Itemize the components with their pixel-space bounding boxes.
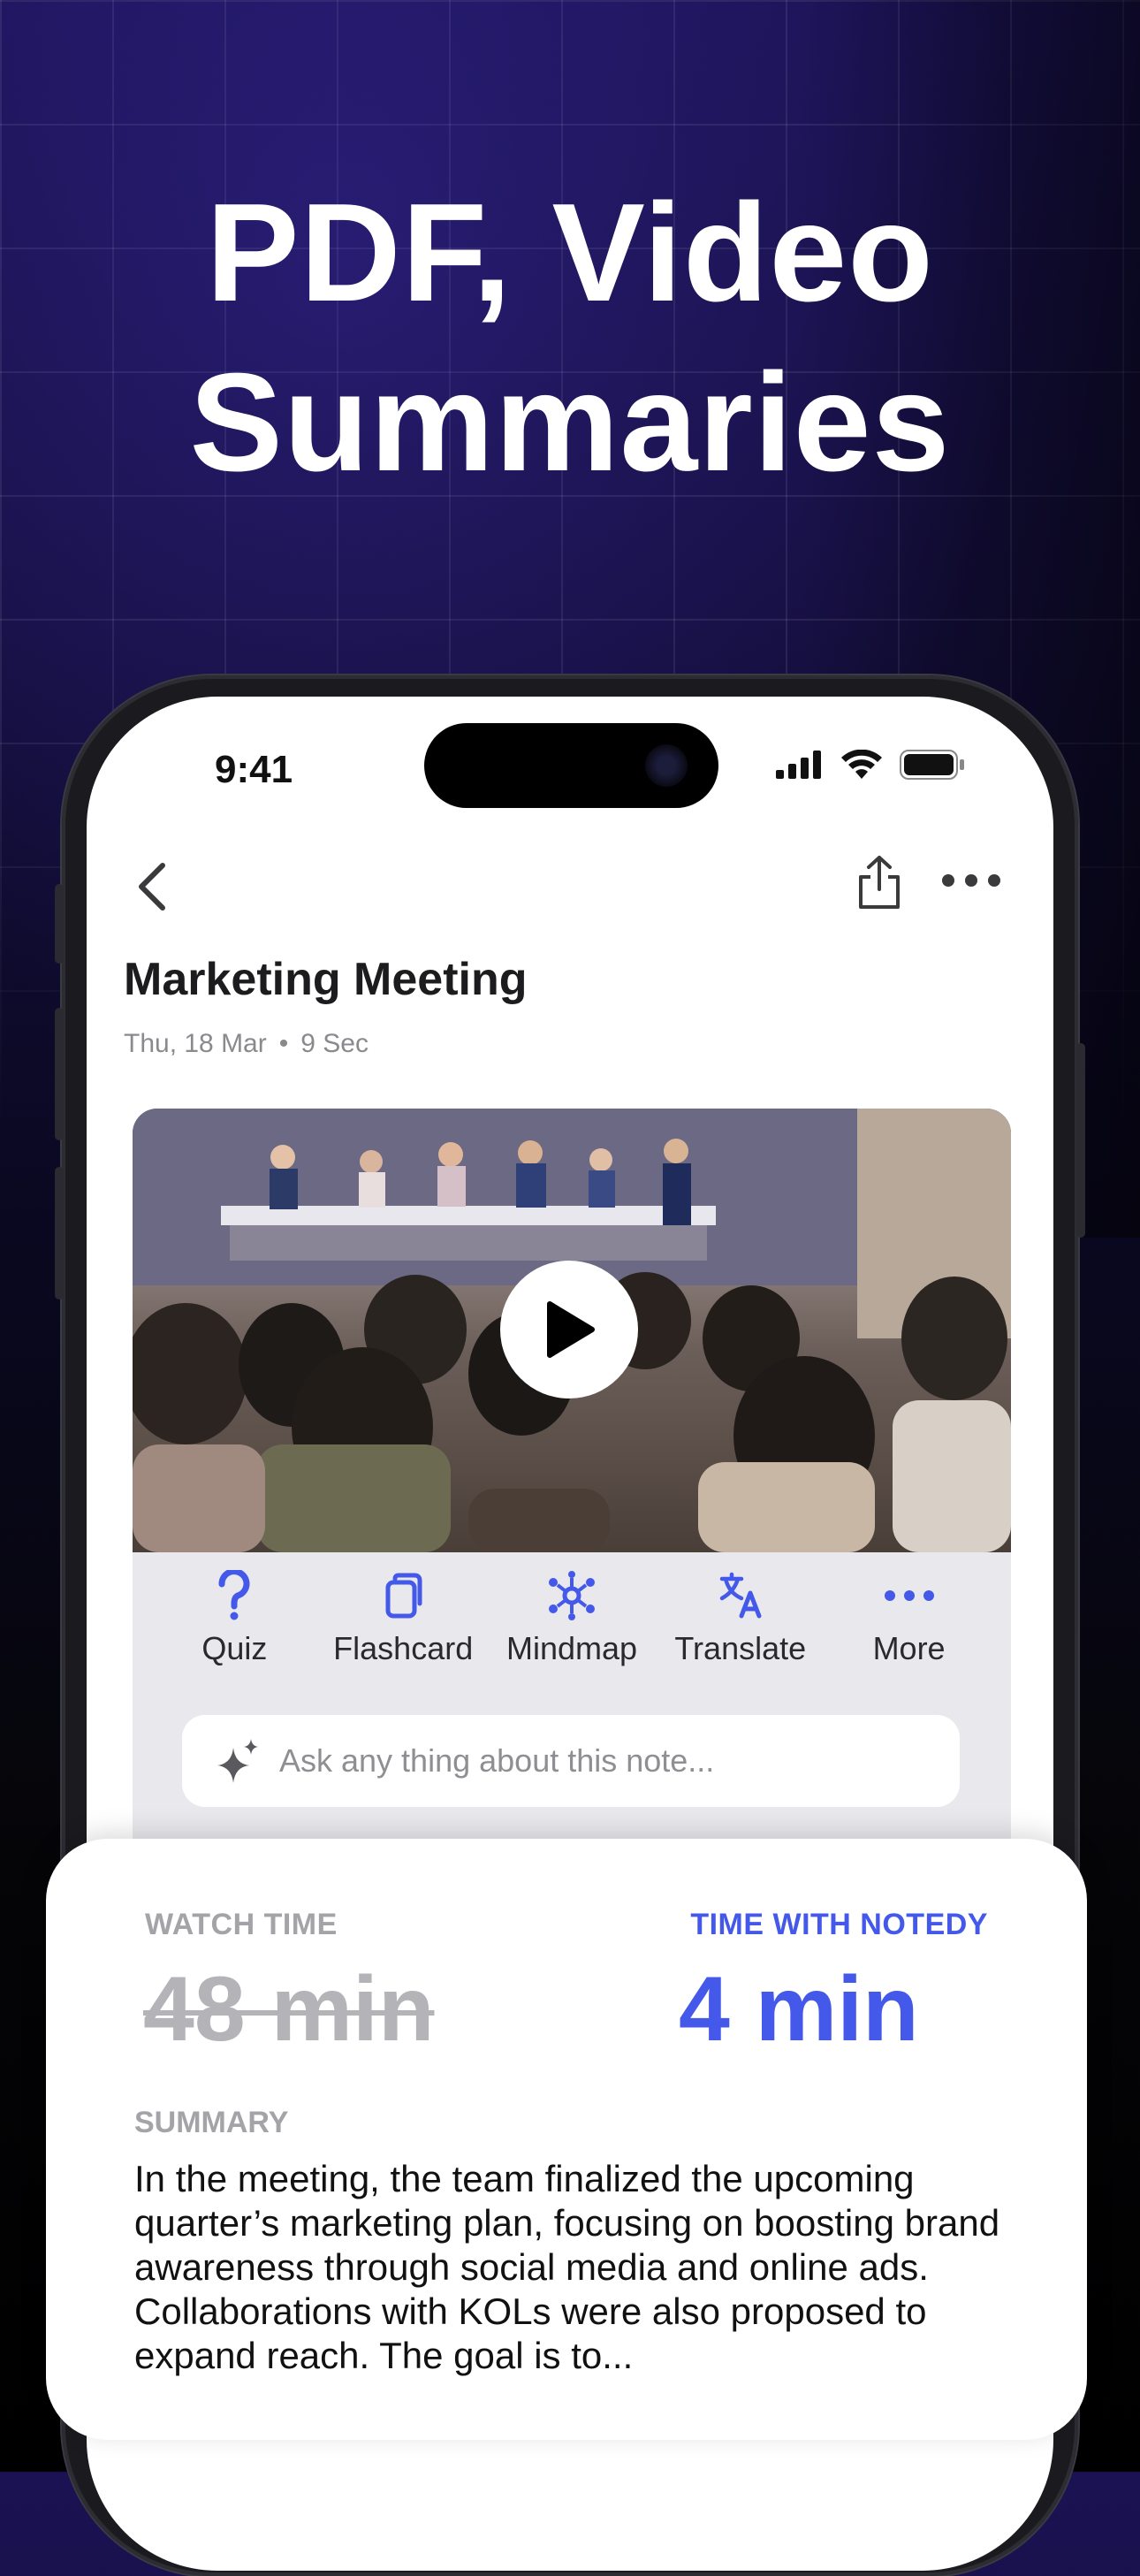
play-icon <box>547 1301 595 1358</box>
video-thumbnail[interactable] <box>133 1109 1011 1552</box>
notedy-time-label: TIME WITH NOTEDY <box>690 1908 988 1941</box>
more-dots-icon <box>884 1590 934 1601</box>
status-time: 9:41 <box>215 748 293 791</box>
summary-label: SUMMARY <box>134 2106 289 2139</box>
action-label: Quiz <box>201 1630 268 1666</box>
note-meta: Thu, 18 Mar • 9 Sec <box>124 1029 369 1059</box>
camera-icon <box>645 744 688 787</box>
question-icon <box>218 1570 250 1620</box>
mindmap-icon <box>548 1571 595 1620</box>
action-label: Translate <box>674 1630 807 1666</box>
action-label: More <box>872 1630 946 1666</box>
video-card: Quiz Flashcard Mindmap Translate More As… <box>133 1109 1011 1869</box>
phone-power-button <box>1076 1043 1085 1238</box>
ask-input[interactable]: Ask any thing about this note... <box>182 1715 960 1807</box>
note-title: Marketing Meeting <box>124 954 528 1005</box>
share-icon[interactable] <box>855 854 903 911</box>
action-flashcard[interactable]: Flashcard <box>319 1568 487 1683</box>
translate-icon <box>719 1572 762 1619</box>
headline-line-1: PDF, Video <box>206 175 934 331</box>
action-mindmap[interactable]: Mindmap <box>488 1568 656 1683</box>
action-bar: Quiz Flashcard Mindmap Translate More <box>133 1568 1011 1683</box>
action-translate[interactable]: Translate <box>657 1568 825 1683</box>
headline-line-2: Summaries <box>189 345 951 500</box>
battery-icon <box>900 750 964 780</box>
note-duration: 9 Sec <box>300 1029 369 1058</box>
summary-text: In the meeting, the team finalized the u… <box>134 2158 1000 2376</box>
meta-separator: • <box>278 1029 289 1058</box>
action-more[interactable]: More <box>825 1568 993 1683</box>
flashcard-icon <box>385 1573 422 1619</box>
signal-icon <box>776 751 821 779</box>
wifi-icon <box>841 750 882 779</box>
phone-volume-up <box>55 1008 64 1140</box>
action-label: Flashcard <box>333 1630 474 1666</box>
headline: PDF, Video Summaries <box>0 168 1140 507</box>
summary-panel: WATCH TIME 48 min TIME WITH NOTEDY 4 min… <box>46 1839 1087 2440</box>
status-icons <box>776 750 965 780</box>
note-date: Thu, 18 Mar <box>124 1029 267 1058</box>
back-chevron-icon[interactable] <box>134 860 170 913</box>
sparkle-icon <box>217 1739 258 1783</box>
ask-placeholder: Ask any thing about this note... <box>279 1742 715 1779</box>
notedy-time-value: 4 min <box>679 1958 919 2061</box>
watch-time-value: 48 min <box>143 1958 435 2061</box>
phone-side-button <box>55 884 64 964</box>
watch-time-label: WATCH TIME <box>145 1908 338 1941</box>
phone-volume-down <box>55 1167 64 1299</box>
action-label: Mindmap <box>505 1630 638 1666</box>
more-options-icon[interactable] <box>940 872 1002 889</box>
play-button[interactable] <box>500 1261 638 1399</box>
action-quiz[interactable]: Quiz <box>150 1568 318 1683</box>
